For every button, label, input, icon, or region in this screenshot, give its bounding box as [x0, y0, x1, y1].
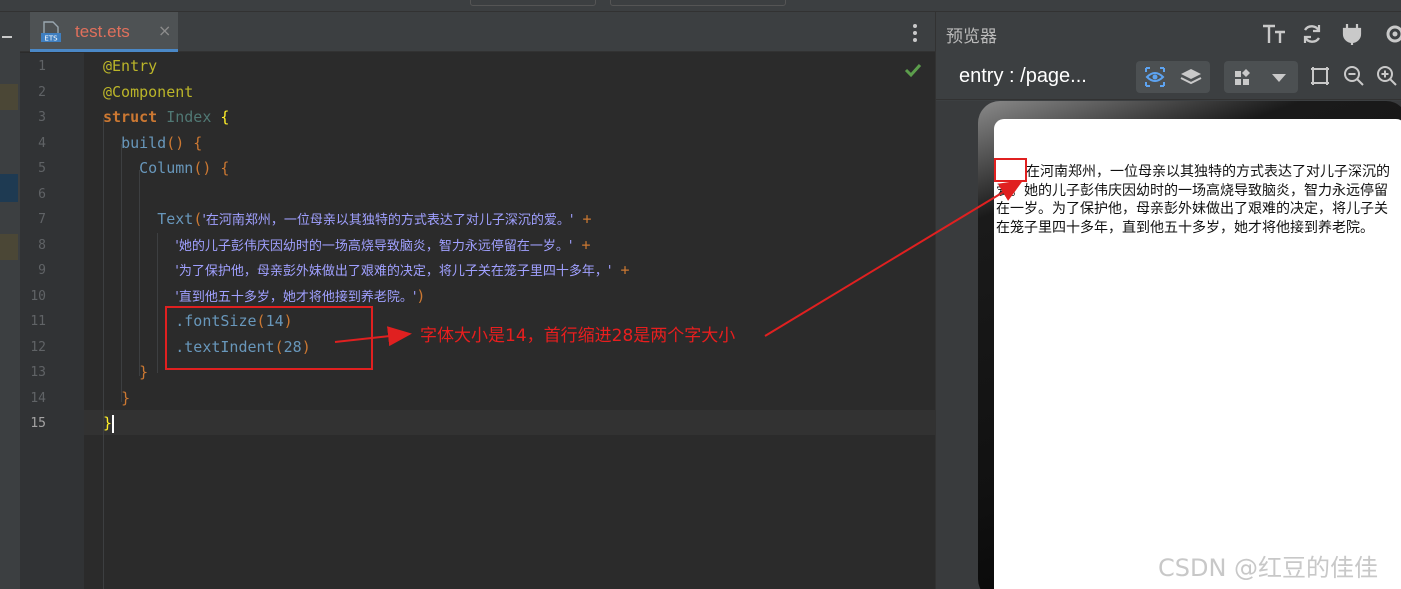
line-number: 3: [38, 110, 46, 125]
line-number: 8: [38, 238, 46, 253]
current-line-highlight: [84, 410, 935, 435]
line-number: 14: [30, 391, 46, 406]
inspector-eye-icon[interactable]: [1140, 64, 1170, 90]
code-line-1: @Entry: [103, 57, 158, 75]
ets-file-icon: ETS: [41, 21, 61, 43]
line-number: 6: [38, 187, 46, 202]
line-number-gutter: 1 2 3 4 5 6 7 8 9 10 11 12 13 14 15: [20, 53, 102, 589]
line-number: 5: [38, 161, 46, 176]
chevron-down-icon: [1264, 64, 1294, 90]
zoom-in-icon[interactable]: [1375, 64, 1399, 88]
line-number: 1: [38, 59, 46, 74]
preview-text: 在河南郑州，一位母亲以其独特的方式表达了对儿子深沉的爱。她的儿子彭伟庆因幼时的一…: [996, 164, 1390, 236]
plugin-icon[interactable]: [1340, 22, 1364, 46]
code-line-13: }: [139, 363, 149, 381]
entry-page-selector[interactable]: entry : /page...: [959, 65, 1087, 88]
code-line-9: '为了保护他，母亲彭外妹做出了艰难的决定，将儿子关在笼子里四十多年，' +: [175, 261, 630, 279]
watermark: CSDN @红豆的佳佳: [1158, 554, 1379, 582]
more-options-icon[interactable]: [913, 24, 917, 42]
line-number: 2: [38, 85, 46, 100]
left-tool-strip: [0, 12, 20, 589]
preview-canvas: 在河南郑州，一位母亲以其独特的方式表达了对儿子深沉的爱。她的儿子彭伟庆因幼时的一…: [936, 101, 1401, 589]
minimize-icon[interactable]: [2, 36, 12, 38]
crop-frame-icon[interactable]: [1308, 64, 1332, 88]
toolbar-dropdown[interactable]: [470, 0, 596, 6]
annotation-note: 字体大小是14，首行缩进28是两个字大小: [420, 326, 736, 346]
code-line-3: struct Index {: [103, 108, 230, 126]
grid-widgets-icon: [1228, 64, 1258, 90]
top-toolbar-strip: [0, 0, 1401, 12]
view-mode-toggle: [1136, 61, 1210, 93]
editor-tab-bar: ETS test.ets ×: [20, 12, 935, 52]
device-screen[interactable]: 在河南郑州，一位母亲以其独特的方式表达了对儿子深沉的爱。她的儿子彭伟庆因幼时的一…: [994, 119, 1401, 589]
line-number: 10: [30, 289, 46, 304]
code-line-8: '她的儿子彭伟庆因幼时的一场高烧导致脑炎，智力永远停留在一岁。' +: [175, 236, 591, 254]
line-number: 13: [30, 365, 46, 380]
indent-highlight-box: [994, 158, 1027, 182]
change-marker: [0, 84, 18, 110]
code-line-4: build() {: [121, 134, 203, 152]
settings-icon[interactable]: [1383, 22, 1401, 46]
zoom-out-icon[interactable]: [1342, 64, 1366, 88]
line-number: 15: [30, 416, 46, 431]
layers-icon[interactable]: [1176, 64, 1206, 90]
svg-text:ETS: ETS: [44, 35, 58, 43]
line-number: 11: [30, 314, 46, 329]
text-caret: [112, 414, 115, 433]
code-line-15: }: [103, 414, 115, 433]
code-line-7: Text('在河南郑州，一位母亲以其独特的方式表达了对儿子深沉的爱。' +: [157, 210, 592, 228]
tab-test-ets[interactable]: ETS test.ets ×: [30, 12, 178, 52]
code-highlight-box: [165, 306, 373, 370]
code-line-10: '直到他五十多岁，她才将他接到养老院。'): [175, 287, 426, 305]
tab-label: test.ets: [75, 22, 130, 41]
device-frame: 在河南郑州，一位母亲以其独特的方式表达了对儿子深沉的爱。她的儿子彭伟庆因幼时的一…: [978, 101, 1401, 589]
check-icon: [904, 61, 922, 79]
line-number: 4: [38, 136, 46, 151]
toolbar-dropdown[interactable]: [610, 0, 786, 6]
previewer-title: 预览器: [946, 27, 997, 47]
code-line-5: Column() {: [139, 159, 230, 177]
close-tab-icon[interactable]: ×: [158, 22, 171, 40]
line-number: 9: [38, 263, 46, 278]
previewer-toolbar: entry : /page...: [936, 58, 1401, 100]
change-marker: [0, 234, 18, 260]
previewer-panel: 预览器 entry : /page... 在河南郑州，一位母亲以其独特的方式表达…: [936, 12, 1401, 589]
line-number: 12: [30, 340, 46, 355]
code-line-14: }: [121, 389, 131, 407]
layout-dropdown[interactable]: [1224, 61, 1298, 93]
code-line-2: @Component: [103, 83, 194, 101]
change-marker: [0, 174, 18, 202]
line-number: 7: [38, 212, 46, 227]
refresh-icon[interactable]: [1300, 22, 1324, 46]
font-size-icon[interactable]: [1261, 22, 1285, 46]
